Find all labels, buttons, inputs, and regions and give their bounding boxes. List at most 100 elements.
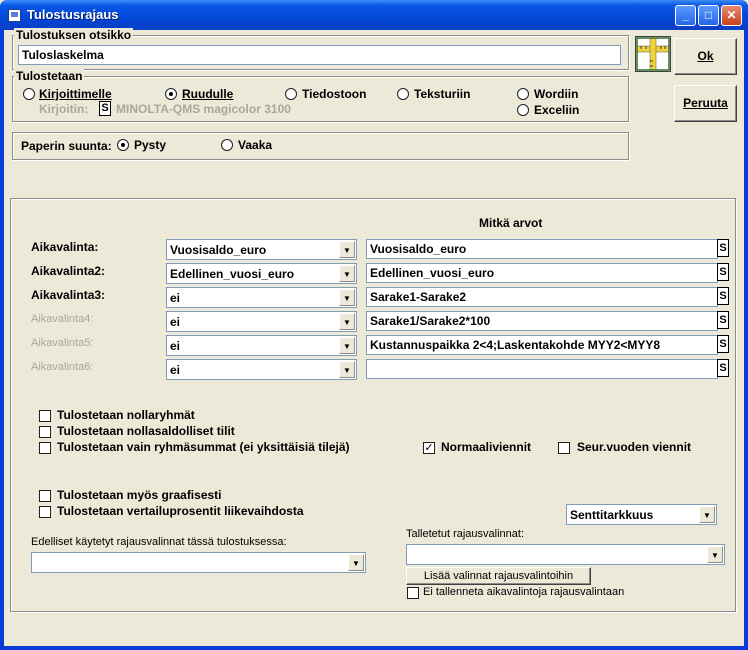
radio-text-editor[interactable] xyxy=(397,88,409,100)
criteria-row-5-combo-value: ei xyxy=(170,339,181,353)
criteria-row-2-combo-value: Edellinen_vuosi_euro xyxy=(170,267,295,281)
previous-selections-label: Edelliset käytetyt rajausvalinnat tässä … xyxy=(31,536,287,548)
ok-button-label: Ok xyxy=(697,49,714,63)
title-bar[interactable]: Tulostusrajaus _ □ ✕ xyxy=(0,0,748,30)
radio-printer-label: Kirjoittimelle xyxy=(39,87,112,101)
criteria-row-5-s-button[interactable]: S xyxy=(717,335,729,353)
saved-selections-combo[interactable]: ▼ xyxy=(406,544,725,565)
values-header: Mitkä arvot xyxy=(479,216,543,230)
criteria-row-2-s-button[interactable]: S xyxy=(717,263,729,281)
chevron-down-icon[interactable]: ▼ xyxy=(348,554,364,571)
criteria-row-6-value[interactable] xyxy=(366,359,718,379)
criteria-row-3-combo[interactable]: ei ▼ xyxy=(166,287,357,308)
minimize-button[interactable]: _ xyxy=(675,5,696,26)
ok-button[interactable]: Ok xyxy=(674,38,737,75)
radio-text-editor-label: Teksturiin xyxy=(414,87,471,101)
saved-selections-label: Talletetut rajausvalinnat: xyxy=(406,528,525,540)
radio-printer[interactable] xyxy=(23,88,35,100)
printer-select-button[interactable]: S xyxy=(99,101,111,116)
criteria-row-3-combo-value: ei xyxy=(170,291,181,305)
printer-label: Kirjoitin: xyxy=(39,102,89,116)
output-group-legend: Tulostetaan xyxy=(14,69,85,83)
criteria-row-1-combo[interactable]: Vuosisaldo_euro ▼ xyxy=(166,239,357,260)
radio-word-label: Wordiin xyxy=(534,87,579,101)
criteria-row-3-label: Aikavalinta3: xyxy=(31,288,106,302)
checkmark-icon: ✓ xyxy=(424,442,434,454)
chevron-down-icon[interactable]: ▼ xyxy=(707,546,723,563)
radio-landscape[interactable] xyxy=(221,139,233,151)
zero-accounts-checkbox[interactable] xyxy=(39,426,51,438)
comparison-percent-checkbox[interactable] xyxy=(39,506,51,518)
criteria-row-6-combo[interactable]: ei ▼ xyxy=(166,359,357,380)
radio-excel[interactable] xyxy=(517,104,529,116)
title-group-legend: Tulostuksen otsikko xyxy=(14,28,134,42)
cancel-button[interactable]: Peruuta xyxy=(674,85,737,122)
graphical-label: Tulostetaan myös graafisesti xyxy=(57,488,222,502)
radio-screen[interactable] xyxy=(165,88,177,100)
criteria-row-6-combo-value: ei xyxy=(170,363,181,377)
chevron-down-icon[interactable]: ▼ xyxy=(339,361,355,378)
orientation-label: Paperin suunta: xyxy=(21,139,112,153)
radio-file[interactable] xyxy=(285,88,297,100)
dialog-window: Tulostusrajaus _ □ ✕ Tulostuksen otsikko… xyxy=(0,0,748,650)
criteria-row-4-combo-value: ei xyxy=(170,315,181,329)
criteria-row-3-value[interactable]: Sarake1-Sarake2 xyxy=(366,287,718,307)
precision-combo[interactable]: Senttitarkkuus ▼ xyxy=(566,504,717,525)
criteria-row-4-s-button[interactable]: S xyxy=(717,311,729,329)
page-setup-icon[interactable] xyxy=(635,36,671,72)
criteria-row-1-value[interactable]: Vuosisaldo_euro xyxy=(366,239,718,259)
next-year-entries-checkbox[interactable] xyxy=(558,442,570,454)
print-title-input[interactable]: Tuloslaskelma xyxy=(18,45,621,65)
no-save-label: Ei tallenneta aikavalintoja rajausvalint… xyxy=(423,586,625,598)
chevron-down-icon[interactable]: ▼ xyxy=(339,313,355,330)
radio-word[interactable] xyxy=(517,88,529,100)
printer-name: MINOLTA-QMS magicolor 3100 xyxy=(116,102,291,116)
criteria-row-6-s-button[interactable]: S xyxy=(717,359,729,377)
radio-file-label: Tiedostoon xyxy=(302,87,367,101)
radio-landscape-label: Vaaka xyxy=(238,138,273,152)
radio-excel-label: Exceliin xyxy=(534,103,580,117)
chevron-down-icon[interactable]: ▼ xyxy=(339,241,355,258)
comparison-percent-label: Tulostetaan vertailuprosentit liikevaihd… xyxy=(57,504,304,518)
group-sums-only-label: Tulostetaan vain ryhmäsummat (ei yksittä… xyxy=(57,440,350,454)
criteria-row-1-s-button[interactable]: S xyxy=(717,239,729,257)
precision-combo-value: Senttitarkkuus xyxy=(570,508,654,522)
criteria-row-6-label: Aikavalinta6: xyxy=(31,361,94,373)
radio-portrait[interactable] xyxy=(117,139,129,151)
close-button[interactable]: ✕ xyxy=(721,5,742,26)
no-save-checkbox[interactable] xyxy=(407,587,419,599)
zero-groups-label: Tulostetaan nollaryhmät xyxy=(57,408,195,422)
group-sums-only-checkbox[interactable] xyxy=(39,442,51,454)
chevron-down-icon[interactable]: ▼ xyxy=(699,506,715,523)
criteria-row-5-combo[interactable]: ei ▼ xyxy=(166,335,357,356)
criteria-row-1-label: Aikavalinta: xyxy=(31,240,99,254)
graphical-checkbox[interactable] xyxy=(39,490,51,502)
criteria-row-4-combo[interactable]: ei ▼ xyxy=(166,311,357,332)
criteria-row-2-combo[interactable]: Edellinen_vuosi_euro ▼ xyxy=(166,263,357,284)
previous-selections-combo[interactable]: ▼ xyxy=(31,552,366,573)
criteria-row-3-s-button[interactable]: S xyxy=(717,287,729,305)
criteria-row-5-label: Aikavalinta5: xyxy=(31,337,94,349)
cancel-button-label: Peruuta xyxy=(683,96,728,110)
radio-screen-label: Ruudulle xyxy=(182,87,234,101)
chevron-down-icon[interactable]: ▼ xyxy=(339,289,355,306)
maximize-button[interactable]: □ xyxy=(698,5,719,26)
criteria-row-5-value[interactable]: Kustannuspaikka 2<4;Laskentakohde MYY2<M… xyxy=(366,335,718,355)
next-year-entries-label: Seur.vuoden viennit xyxy=(577,440,692,454)
normal-entries-label: Normaaliviennit xyxy=(441,440,532,454)
radio-portrait-label: Pysty xyxy=(134,138,167,152)
dialog-client-area: Tulostuksen otsikko Tuloslaskelma Ok Per… xyxy=(4,28,744,646)
criteria-row-4-value[interactable]: Sarake1/Sarake2*100 xyxy=(366,311,718,331)
chevron-down-icon[interactable]: ▼ xyxy=(339,265,355,282)
criteria-row-2-value[interactable]: Edellinen_vuosi_euro xyxy=(366,263,718,283)
zero-accounts-label: Tulostetaan nollasaldolliset tilit xyxy=(57,424,235,438)
app-icon xyxy=(8,9,21,22)
criteria-row-4-label: Aikavalinta4: xyxy=(31,313,94,325)
add-to-saved-button[interactable]: Lisää valinnat rajausvalintoihin xyxy=(406,567,591,585)
criteria-row-2-label: Aikavalinta2: xyxy=(31,264,106,278)
chevron-down-icon[interactable]: ▼ xyxy=(339,337,355,354)
normal-entries-checkbox[interactable]: ✓ xyxy=(423,442,435,454)
zero-groups-checkbox[interactable] xyxy=(39,410,51,422)
criteria-row-1-combo-value: Vuosisaldo_euro xyxy=(170,243,267,257)
window-title: Tulostusrajaus xyxy=(27,7,119,22)
